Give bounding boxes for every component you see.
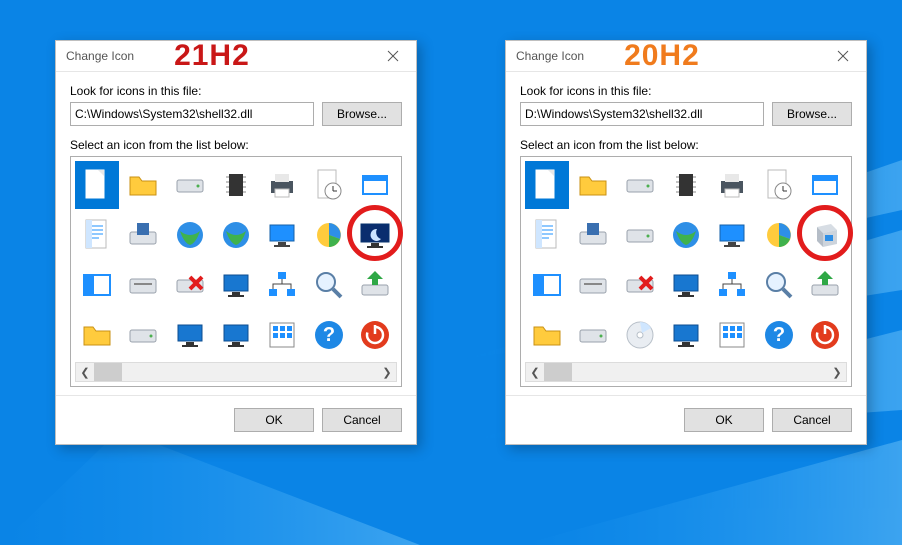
ok-button[interactable]: OK (234, 408, 314, 432)
icon-item-monitor[interactable] (664, 311, 708, 359)
icon-item-monitor[interactable] (214, 261, 258, 309)
icon-item-drive-x[interactable] (618, 261, 662, 309)
close-button[interactable] (370, 41, 416, 71)
scroll-thumb[interactable] (544, 363, 572, 381)
ok-button[interactable]: OK (684, 408, 764, 432)
icon-item-monitor[interactable] (214, 311, 258, 359)
scroll-right-arrow[interactable]: ❯ (828, 366, 846, 379)
icon-item-globe[interactable] (168, 211, 212, 259)
close-icon (837, 50, 849, 62)
look-for-label: Look for icons in this file: (70, 84, 402, 98)
change-icon-dialog-left: Change Icon 21H2 Look for icons in this … (55, 40, 417, 445)
icon-item-drive-slot[interactable] (121, 261, 165, 309)
icon-item-monitor-panel[interactable] (710, 211, 754, 259)
svg-text:?: ? (322, 324, 334, 346)
close-icon (387, 50, 399, 62)
icon-item-drive-hdd[interactable] (121, 311, 165, 359)
icon-item-printer[interactable] (260, 161, 304, 209)
icon-item-pie-chart[interactable] (756, 211, 800, 259)
icon-item-clock-doc[interactable] (756, 161, 800, 209)
icon-item-box-3d[interactable] (803, 211, 847, 259)
icon-item-blank-document[interactable] (75, 161, 119, 209)
icon-item-chip[interactable] (214, 161, 258, 209)
icon-item-drive-slot[interactable] (571, 261, 615, 309)
icon-item-folder[interactable] (571, 161, 615, 209)
icon-item-drive-hdd[interactable] (618, 161, 662, 209)
icon-item-drive-arrow[interactable] (353, 261, 397, 309)
svg-text:?: ? (772, 324, 784, 346)
icon-item-power-button[interactable] (803, 311, 847, 359)
icon-item-power-button[interactable] (353, 311, 397, 359)
icon-item-monitor[interactable] (664, 261, 708, 309)
icon-item-chip[interactable] (664, 161, 708, 209)
cancel-button[interactable]: Cancel (322, 408, 402, 432)
select-icon-label: Select an icon from the list below: (70, 138, 402, 152)
icon-item-floppy-drive[interactable] (571, 211, 615, 259)
icon-item-monitor[interactable] (168, 311, 212, 359)
icon-item-folder[interactable] (121, 161, 165, 209)
icon-item-network-tree[interactable] (260, 261, 304, 309)
icon-item-drive-arrow[interactable] (803, 261, 847, 309)
icon-item-drive-hdd[interactable] (168, 161, 212, 209)
titlebar: Change Icon 21H2 (56, 41, 416, 72)
browse-button[interactable]: Browse... (772, 102, 852, 126)
icon-list: ? ❮ ❯ (70, 156, 402, 387)
icon-item-globe[interactable] (214, 211, 258, 259)
icon-item-magnifier[interactable] (306, 261, 350, 309)
icon-item-blank-document[interactable] (525, 161, 569, 209)
icon-item-grid-panel[interactable] (260, 311, 304, 359)
icon-item-help-circle[interactable]: ? (756, 311, 800, 359)
icon-item-window-frame[interactable] (803, 161, 847, 209)
icon-path-input[interactable] (70, 102, 314, 126)
icon-item-network-tree[interactable] (710, 261, 754, 309)
icon-item-text-document[interactable] (75, 211, 119, 259)
icon-item-globe[interactable] (664, 211, 708, 259)
icon-item-drive-x[interactable] (168, 261, 212, 309)
icon-item-help-circle[interactable]: ? (306, 311, 350, 359)
scroll-right-arrow[interactable]: ❯ (378, 366, 396, 379)
titlebar: Change Icon 20H2 (506, 41, 866, 72)
icon-item-panel-layout[interactable] (75, 261, 119, 309)
scroll-left-arrow[interactable]: ❮ (526, 366, 544, 379)
icon-item-monitor-panel[interactable] (260, 211, 304, 259)
icon-item-window-frame[interactable] (353, 161, 397, 209)
change-icon-dialog-right: Change Icon 20H2 Look for icons in this … (505, 40, 867, 445)
icon-item-panel-layout[interactable] (525, 261, 569, 309)
icon-item-folder[interactable] (525, 311, 569, 359)
icon-item-disc[interactable] (618, 311, 662, 359)
icon-item-monitor-night[interactable] (353, 211, 397, 259)
icon-item-drive-hdd[interactable] (618, 211, 662, 259)
icon-item-clock-doc[interactable] (306, 161, 350, 209)
browse-button[interactable]: Browse... (322, 102, 402, 126)
icon-path-input[interactable] (520, 102, 764, 126)
icon-item-printer[interactable] (710, 161, 754, 209)
scroll-thumb[interactable] (94, 363, 122, 381)
icon-item-pie-chart[interactable] (306, 211, 350, 259)
close-button[interactable] (820, 41, 866, 71)
icon-item-folder[interactable] (75, 311, 119, 359)
dialog-title: Change Icon (66, 49, 134, 63)
select-icon-label: Select an icon from the list below: (520, 138, 852, 152)
dialog-title: Change Icon (516, 49, 584, 63)
cancel-button[interactable]: Cancel (772, 408, 852, 432)
icon-item-text-document[interactable] (525, 211, 569, 259)
version-tag: 21H2 (174, 41, 250, 71)
icon-item-grid-panel[interactable] (710, 311, 754, 359)
horizontal-scrollbar[interactable]: ❮ ❯ (525, 362, 847, 382)
icon-item-floppy-drive[interactable] (121, 211, 165, 259)
scroll-left-arrow[interactable]: ❮ (76, 366, 94, 379)
icon-item-magnifier[interactable] (756, 261, 800, 309)
icon-list: ? ❮ ❯ (520, 156, 852, 387)
version-tag: 20H2 (624, 41, 700, 71)
horizontal-scrollbar[interactable]: ❮ ❯ (75, 362, 397, 382)
icon-item-drive-hdd[interactable] (571, 311, 615, 359)
look-for-label: Look for icons in this file: (520, 84, 852, 98)
